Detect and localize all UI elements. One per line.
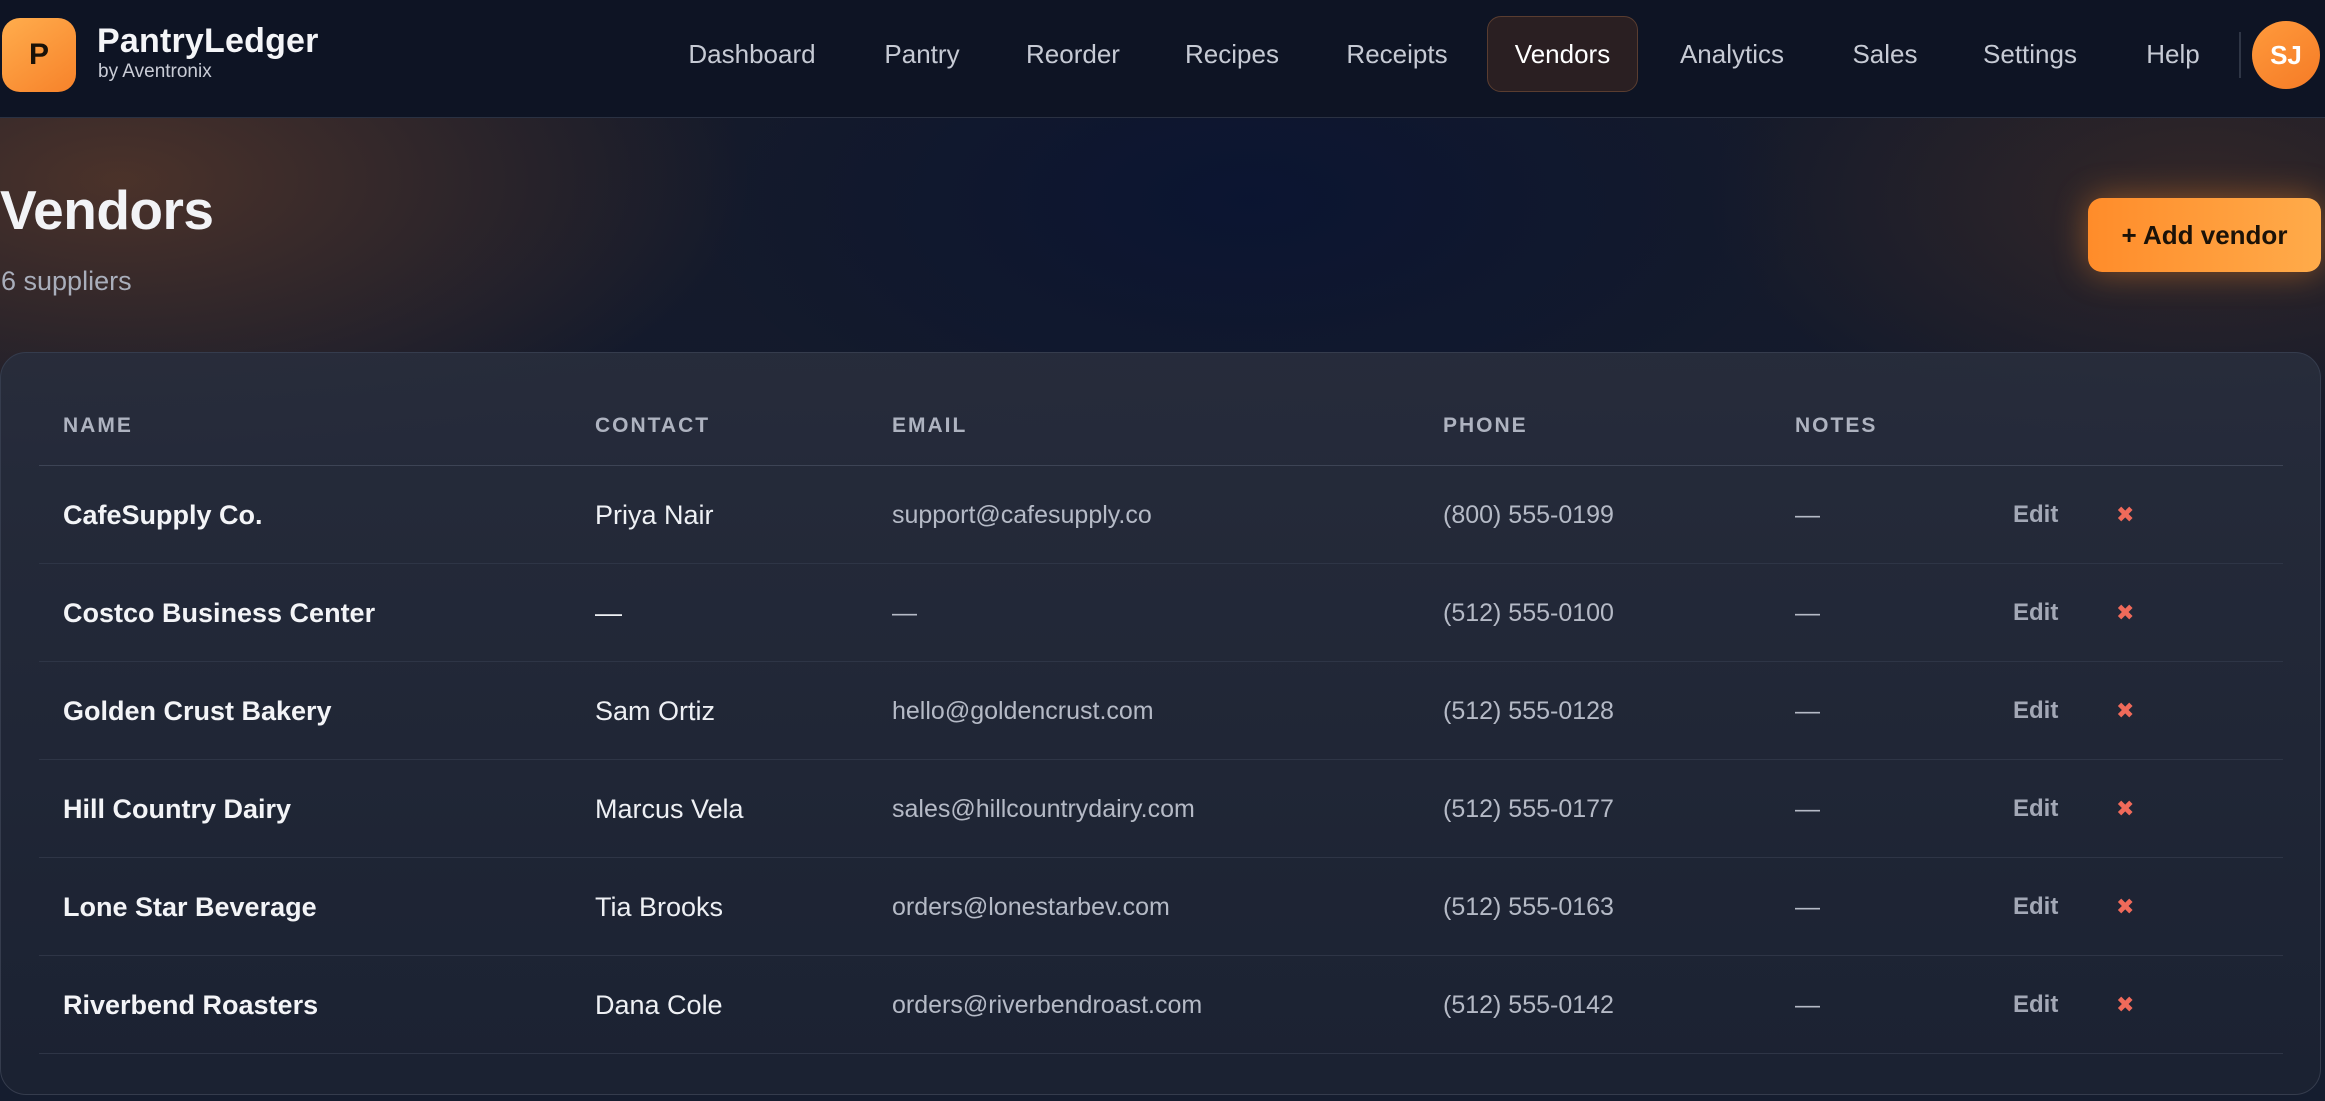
vendor-phone: (800) 555-0199 bbox=[1443, 500, 1614, 529]
nav-item-vendors[interactable]: Vendors bbox=[1487, 16, 1638, 92]
vendor-email: — bbox=[892, 598, 917, 627]
table-row: Riverbend Roasters Dana Cole orders@rive… bbox=[39, 956, 2283, 1054]
vendor-phone: (512) 555-0163 bbox=[1443, 892, 1614, 921]
close-icon[interactable]: ✖ bbox=[2116, 466, 2134, 564]
nav-item-dashboard[interactable]: Dashboard bbox=[666, 16, 838, 92]
vendor-notes: — bbox=[1795, 696, 1820, 725]
column-header-contact: CONTACT bbox=[595, 414, 711, 437]
edit-button[interactable]: Edit bbox=[2013, 858, 2058, 956]
column-header-notes: NOTES bbox=[1795, 414, 1878, 437]
table-row: Hill Country Dairy Marcus Vela sales@hil… bbox=[39, 760, 2283, 858]
vendor-name: Lone Star Beverage bbox=[63, 891, 317, 922]
vendor-notes: — bbox=[1795, 990, 1820, 1019]
edit-button[interactable]: Edit bbox=[2013, 662, 2058, 760]
vendor-email: orders@riverbendroast.com bbox=[892, 990, 1203, 1019]
page-title: Vendors bbox=[0, 179, 214, 241]
supplier-count: 6 suppliers bbox=[1, 266, 132, 296]
nav-item-help[interactable]: Help bbox=[2138, 16, 2208, 92]
table-row: Golden Crust Bakery Sam Ortiz hello@gold… bbox=[39, 662, 2283, 760]
column-header-email: EMAIL bbox=[892, 414, 968, 437]
vendor-email: orders@lonestarbev.com bbox=[892, 892, 1170, 921]
vendor-contact: Priya Nair bbox=[595, 499, 714, 530]
nav-item-pantry[interactable]: Pantry bbox=[866, 16, 978, 92]
vendor-name: CafeSupply Co. bbox=[63, 499, 263, 530]
vendor-contact: — bbox=[595, 597, 622, 628]
vendor-notes: — bbox=[1795, 892, 1820, 921]
nav-item-sales[interactable]: Sales bbox=[1845, 16, 1925, 92]
vendor-phone: (512) 555-0128 bbox=[1443, 696, 1614, 725]
table-row: Costco Business Center — — (512) 555-010… bbox=[39, 564, 2283, 662]
edit-button[interactable]: Edit bbox=[2013, 466, 2058, 564]
edit-button[interactable]: Edit bbox=[2013, 760, 2058, 858]
vendor-notes: — bbox=[1795, 598, 1820, 627]
table-row: CafeSupply Co. Priya Nair support@cafesu… bbox=[39, 466, 2283, 564]
vendor-email: support@cafesupply.co bbox=[892, 500, 1152, 529]
vendor-contact: Dana Cole bbox=[595, 989, 723, 1020]
nav-item-receipts[interactable]: Receipts bbox=[1335, 16, 1459, 92]
close-icon[interactable]: ✖ bbox=[2116, 760, 2134, 858]
vendor-notes: — bbox=[1795, 794, 1820, 823]
vendor-phone: (512) 555-0177 bbox=[1443, 794, 1614, 823]
vendor-contact: Marcus Vela bbox=[595, 793, 744, 824]
close-icon[interactable]: ✖ bbox=[2116, 564, 2134, 662]
main-nav: Dashboard Pantry Reorder Recipes Receipt… bbox=[0, 0, 2325, 118]
vendor-name: Hill Country Dairy bbox=[63, 793, 292, 824]
avatar-initials: SJ bbox=[2270, 39, 2302, 70]
vendor-phone: (512) 555-0100 bbox=[1443, 598, 1614, 627]
nav-item-recipes[interactable]: Recipes bbox=[1169, 16, 1295, 92]
vendor-phone: (512) 555-0142 bbox=[1443, 990, 1614, 1019]
nav-item-reorder[interactable]: Reorder bbox=[1009, 16, 1137, 92]
column-header-name: NAME bbox=[63, 414, 133, 437]
edit-button[interactable]: Edit bbox=[2013, 564, 2058, 662]
vendor-notes: — bbox=[1795, 500, 1820, 529]
vendor-name: Riverbend Roasters bbox=[63, 989, 319, 1020]
edit-button[interactable]: Edit bbox=[2013, 956, 2058, 1054]
nav-divider bbox=[2239, 32, 2241, 78]
add-vendor-button[interactable]: + Add vendor bbox=[2088, 198, 2321, 272]
close-icon[interactable]: ✖ bbox=[2116, 956, 2134, 1054]
table-row: Lone Star Beverage Tia Brooks orders@lon… bbox=[39, 858, 2283, 956]
nav-item-settings[interactable]: Settings bbox=[1972, 16, 2088, 92]
vendor-contact: Sam Ortiz bbox=[595, 695, 716, 726]
nav-item-analytics[interactable]: Analytics bbox=[1667, 16, 1797, 92]
vendor-email: hello@goldencrust.com bbox=[892, 696, 1154, 725]
column-header-phone: PHONE bbox=[1443, 414, 1528, 437]
vendor-contact: Tia Brooks bbox=[595, 891, 724, 922]
avatar[interactable]: SJ bbox=[2252, 21, 2320, 89]
vendor-name: Golden Crust Bakery bbox=[63, 695, 332, 726]
close-icon[interactable]: ✖ bbox=[2116, 858, 2134, 956]
vendor-name: Costco Business Center bbox=[63, 597, 376, 628]
top-navigation-bar: P PantryLedger by Aventronix Dashboard P… bbox=[0, 0, 2325, 118]
vendor-email: sales@hillcountrydairy.com bbox=[892, 794, 1195, 823]
close-icon[interactable]: ✖ bbox=[2116, 662, 2134, 760]
